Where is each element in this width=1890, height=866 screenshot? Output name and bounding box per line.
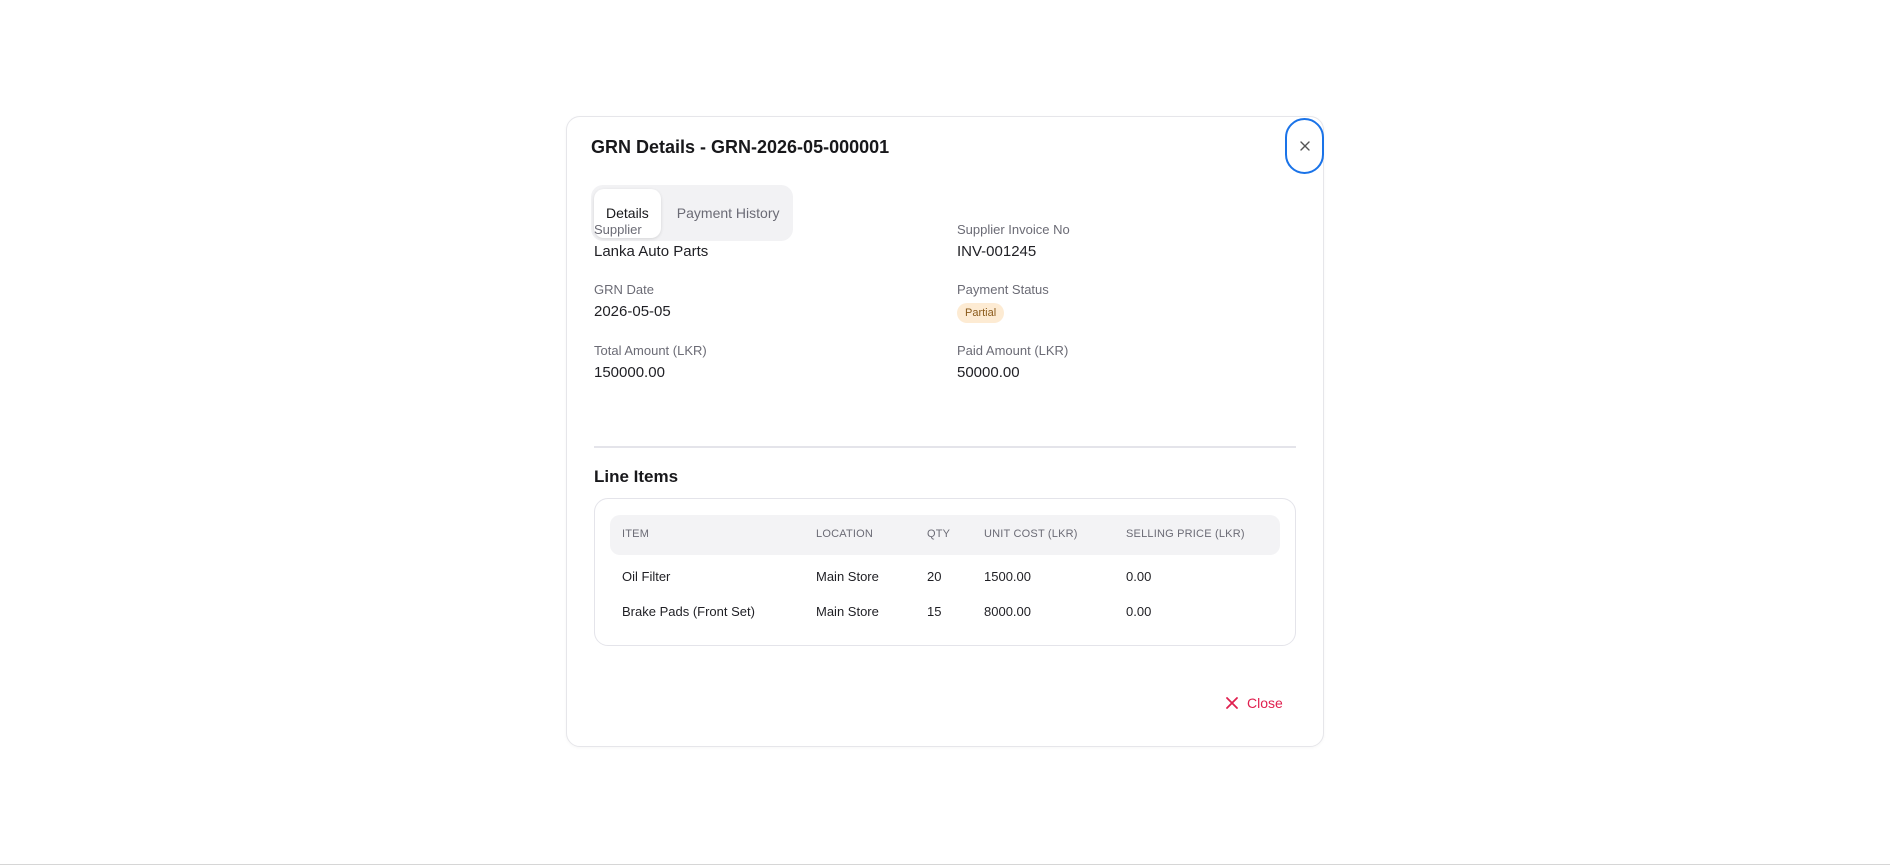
- close-button-label: Close: [1247, 695, 1283, 711]
- status-badge: Partial: [957, 303, 1005, 323]
- close-button[interactable]: Close: [1225, 695, 1283, 711]
- page-bottom-border: [0, 864, 1890, 865]
- field-label: Payment Status: [957, 282, 1049, 297]
- close-icon: [1299, 141, 1310, 151]
- field-paid-amount: Paid Amount (LKR) 50000.00: [957, 343, 1068, 381]
- field-supplier-invoice: Supplier Invoice No INV-001245: [957, 222, 1070, 260]
- cell-qty: 15: [927, 604, 942, 619]
- field-label: Supplier: [594, 222, 642, 237]
- grn-details-dialog: GRN Details - GRN-2026-05-000001 Details…: [566, 116, 1324, 747]
- field-label: GRN Date: [594, 282, 654, 297]
- field-label: Supplier Invoice No: [957, 222, 1070, 237]
- column-header-selling-price: SELLING PRICE (LKR): [1126, 528, 1245, 540]
- cell-qty: 20: [927, 569, 942, 584]
- field-supplier: Supplier Lanka Auto Parts: [594, 222, 708, 260]
- cell-location: Main Store: [816, 569, 879, 584]
- column-header-item: ITEM: [622, 528, 650, 540]
- field-value: Lanka Auto Parts: [594, 243, 709, 260]
- field-grn-date: GRN Date 2026-05-05: [594, 282, 671, 320]
- cell-selling-price: 0.00: [1126, 569, 1152, 584]
- table-header: ITEM LOCATION QTY UNIT COST (LKR) SELLIN…: [610, 515, 1280, 555]
- dialog-close-x-button[interactable]: [1285, 118, 1324, 174]
- field-value: 50000.00: [957, 364, 1020, 381]
- line-items-table: ITEM LOCATION QTY UNIT COST (LKR) SELLIN…: [594, 498, 1296, 646]
- line-items-title: Line Items: [594, 467, 679, 486]
- cell-item: Brake Pads (Front Set): [622, 604, 755, 619]
- cell-location: Main Store: [816, 604, 879, 619]
- cell-unit-cost: 8000.00: [984, 604, 1031, 619]
- column-header-qty: QTY: [927, 528, 951, 540]
- column-header-unit-cost: UNIT COST (LKR): [984, 528, 1078, 540]
- field-total-amount: Total Amount (LKR) 150000.00: [594, 343, 707, 381]
- field-value: 150000.00: [594, 364, 665, 381]
- dialog-title: GRN Details - GRN-2026-05-000001: [591, 137, 890, 157]
- close-icon: [1226, 697, 1238, 709]
- cell-item: Oil Filter: [622, 569, 671, 584]
- field-label: Total Amount (LKR): [594, 343, 707, 358]
- column-header-location: LOCATION: [816, 528, 874, 540]
- cell-unit-cost: 1500.00: [984, 569, 1031, 584]
- field-value: 2026-05-05: [594, 303, 671, 320]
- field-value: INV-001245: [957, 243, 1037, 260]
- section-divider: [594, 446, 1296, 448]
- cell-selling-price: 0.00: [1126, 604, 1152, 619]
- field-payment-status: Payment Status Partial: [957, 282, 1049, 323]
- field-label: Paid Amount (LKR): [957, 343, 1069, 358]
